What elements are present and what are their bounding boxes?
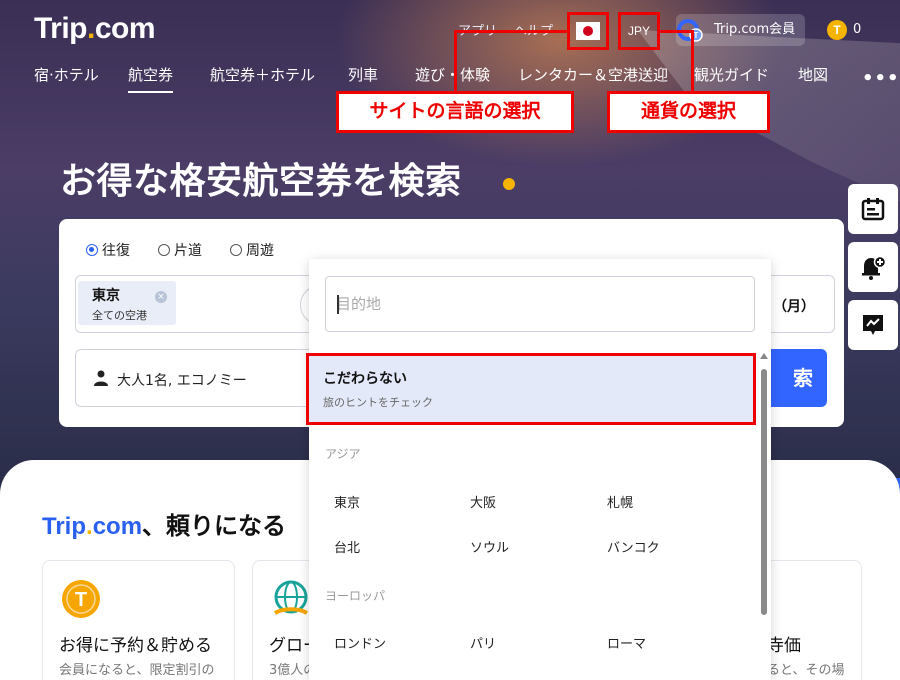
trip-coin-icon: T xyxy=(62,580,100,618)
feature-card-price[interactable]: 寺価 ると、その場 xyxy=(760,560,862,680)
destination-input[interactable]: 目的地 xyxy=(325,276,755,332)
callout-line xyxy=(691,30,694,92)
calendar-side-button[interactable] xyxy=(848,184,898,234)
destination-dropdown: 目的地 こだわらない 旅のヒントをチェック アジア 東京 大阪 札幌 台北 ソウ… xyxy=(306,259,771,680)
globe-icon xyxy=(273,580,309,615)
clear-origin-icon[interactable]: × xyxy=(155,291,167,303)
passenger-label: 大人1名, エコノミー xyxy=(117,373,247,389)
title-dot xyxy=(503,178,515,190)
scroll-up-arrow-icon[interactable] xyxy=(760,353,768,359)
page-title: お得な格安航空券を検索 xyxy=(60,161,462,202)
main-nav: 宿·ホテル 航空券 航空券＋ホテル 列車 遊び・体験 レンタカー＆空港送迎 観光… xyxy=(0,64,900,94)
nav-flights[interactable]: 航空券 xyxy=(128,64,174,93)
dropdown-scrollbar[interactable] xyxy=(760,353,768,680)
destination-placeholder: 目的地 xyxy=(336,295,382,313)
callout-line xyxy=(454,30,567,33)
region-heading-europe: ヨーロッパ xyxy=(325,589,386,603)
member-label: Trip.com会員 xyxy=(714,22,796,37)
anywhere-option[interactable]: こだわらない 旅のヒントをチェック xyxy=(306,353,756,425)
calendar-icon xyxy=(861,198,885,221)
japan-flag-icon xyxy=(576,22,600,40)
nav-flight-hotel[interactable]: 航空券＋ホテル xyxy=(210,64,315,85)
city-option[interactable]: ソウル xyxy=(470,537,509,556)
city-option[interactable]: 大阪 xyxy=(470,492,496,511)
radio-icon xyxy=(230,244,242,256)
nav-guides[interactable]: 観光ガイド xyxy=(694,64,769,85)
scrollbar-thumb[interactable] xyxy=(761,369,767,615)
city-option[interactable]: 台北 xyxy=(334,537,360,556)
currency-callout: 通貨の選択 xyxy=(607,91,770,133)
nav-activities[interactable]: 遊び・体験 xyxy=(415,64,490,85)
trip-type-roundtrip[interactable]: 往復 xyxy=(86,240,130,260)
more-menu-icon[interactable]: ••• xyxy=(862,68,900,89)
callout-line xyxy=(660,30,694,33)
svg-text:T: T xyxy=(694,31,699,40)
trip-logo[interactable]: Trip.com xyxy=(34,12,156,46)
section-title: Trip.com、頼りになる xyxy=(42,512,287,540)
nav-map[interactable]: 地図 xyxy=(798,64,828,85)
city-option[interactable]: ローマ xyxy=(607,633,646,652)
points-count[interactable]: 0 xyxy=(853,22,861,37)
member-button[interactable]: T Trip.com会員 xyxy=(676,14,806,46)
currency-selector[interactable]: JPY xyxy=(618,12,660,50)
feature-card-rewards[interactable]: T お得に予約＆貯める 会員になると、限定割引の xyxy=(42,560,235,680)
region-heading-asia: アジア xyxy=(325,447,361,461)
radio-icon xyxy=(86,244,98,256)
city-option[interactable]: ロンドン xyxy=(334,633,386,652)
trip-type-oneway[interactable]: 片道 xyxy=(158,240,202,260)
bell-plus-icon xyxy=(862,255,887,280)
nav-trains[interactable]: 列車 xyxy=(348,64,378,85)
city-option[interactable]: パリ xyxy=(470,633,496,652)
callout-line xyxy=(454,30,457,92)
person-icon xyxy=(94,370,108,386)
price-trend-side-button[interactable] xyxy=(848,300,898,350)
nav-car-rental[interactable]: レンタカー＆空港送迎 xyxy=(518,64,668,85)
origin-chip[interactable]: 東京 全ての空港 xyxy=(78,281,176,325)
city-option[interactable]: 札幌 xyxy=(607,492,633,511)
language-selector[interactable] xyxy=(567,12,609,50)
nav-hotels[interactable]: 宿·ホテル xyxy=(34,64,99,85)
language-callout: サイトの言語の選択 xyxy=(336,91,574,133)
city-option[interactable]: 東京 xyxy=(334,492,360,511)
svg-text:T: T xyxy=(75,589,87,611)
price-alert-side-button[interactable] xyxy=(848,242,898,292)
city-option[interactable]: バンコク xyxy=(607,537,660,556)
radio-icon xyxy=(158,244,170,256)
trip-type-multicity[interactable]: 周遊 xyxy=(230,240,274,260)
trip-coin-icon: T xyxy=(827,20,847,40)
trend-chart-icon xyxy=(863,315,883,335)
text-cursor xyxy=(337,295,339,314)
